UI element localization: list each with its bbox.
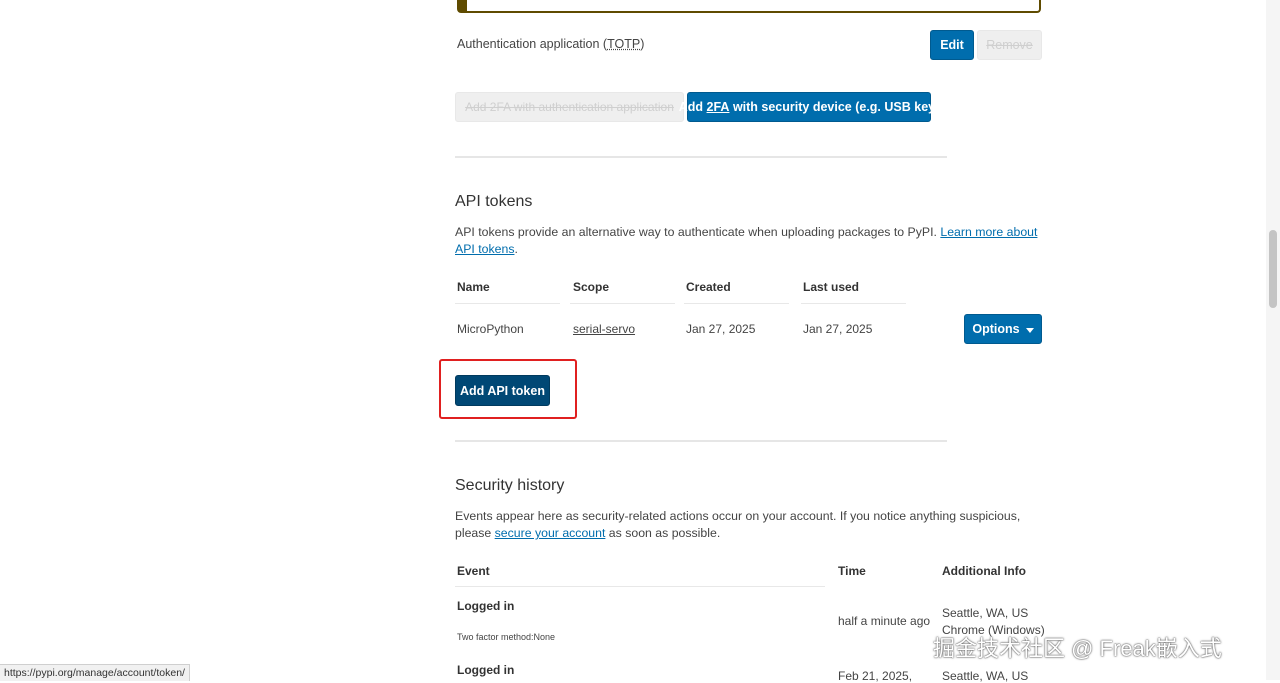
api-tokens-title: API tokens <box>455 193 533 210</box>
api-col-last-used: Last used <box>803 280 860 294</box>
history-event-detail: Two factor method:None <box>457 632 556 642</box>
api-header-divider-1 <box>455 303 560 304</box>
divider <box>455 440 947 442</box>
api-header-divider-4 <box>801 303 906 304</box>
token-created: Jan 27, 2025 <box>686 322 756 336</box>
add-api-token-button[interactable]: Add API token <box>455 375 550 406</box>
divider <box>455 156 947 158</box>
scrollbar-thumb[interactable] <box>1269 230 1277 308</box>
options-label: Options <box>972 322 1020 336</box>
secure-account-link[interactable]: secure your account <box>495 526 606 540</box>
status-bar-url: https://pypi.org/manage/account/token/ <box>0 664 190 681</box>
api-tokens-description-end: . <box>514 242 518 256</box>
api-header-divider-3 <box>684 303 789 304</box>
options-dropdown-button[interactable]: Options <box>964 314 1042 344</box>
history-col-time: Time <box>838 564 866 578</box>
security-history-description: Events appear here as security-related a… <box>455 508 1045 542</box>
auth-app-label-suffix: ) <box>640 37 645 51</box>
api-col-scope: Scope <box>573 280 610 294</box>
add-security-device-prefix: Add <box>678 100 707 114</box>
add-security-device-suffix: with security device (e.g. USB key) <box>729 100 940 114</box>
history-event: Logged in <box>457 663 515 677</box>
history-col-info: Additional Info <box>942 564 1026 578</box>
token-last-used: Jan 27, 2025 <box>803 322 873 336</box>
vertical-scrollbar[interactable] <box>1266 0 1280 680</box>
edit-button[interactable]: Edit <box>930 30 974 60</box>
watermark-text: 掘金技术社区 @ Freak嵌入式 <box>933 636 1222 661</box>
history-header-divider <box>455 586 825 587</box>
add-auth-app-button[interactable]: Add 2FA with authentication application <box>455 92 684 122</box>
remove-button[interactable]: Remove <box>977 30 1042 60</box>
history-time: Feb 21, 2025, <box>838 669 913 683</box>
caret-down-icon <box>1025 327 1034 333</box>
history-location: Seattle, WA, US <box>942 606 1029 620</box>
token-name: MicroPython <box>457 322 524 336</box>
api-header-divider-2 <box>570 303 675 304</box>
api-col-created: Created <box>686 280 731 294</box>
token-scope-link[interactable]: serial-servo <box>573 322 635 336</box>
api-tokens-description-text: API tokens provide an alternative way to… <box>455 225 941 239</box>
twofa-abbr: 2FA <box>706 100 730 114</box>
totp-abbr: TOTP <box>607 37 641 51</box>
security-history-description-end: as soon as possible. <box>605 526 721 540</box>
history-time: half a minute ago <box>838 614 931 628</box>
api-tokens-description: API tokens provide an alternative way to… <box>455 224 1045 258</box>
add-security-device-button[interactable]: Add 2FA with security device (e.g. USB k… <box>679 92 939 122</box>
auth-app-label: Authentication application (TOTP) <box>457 37 644 51</box>
history-event: Logged in <box>457 599 515 613</box>
history-location: Seattle, WA, US <box>942 669 1029 683</box>
alert-accent-bar <box>459 0 467 11</box>
auth-app-label-prefix: Authentication application ( <box>457 37 608 51</box>
api-col-name: Name <box>457 280 490 294</box>
security-history-title: Security history <box>455 477 565 494</box>
recovery-codes-alert <box>457 0 1041 13</box>
history-col-event: Event <box>457 564 490 578</box>
